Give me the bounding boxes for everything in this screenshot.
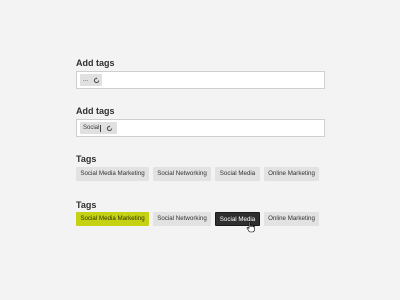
tag-social-networking[interactable]: Social Networking <box>153 212 211 226</box>
tags-heading: Tags <box>76 200 97 210</box>
tag-social-media-marketing[interactable]: Social Media Marketing <box>76 167 149 181</box>
tag-social-media-marketing-selected[interactable]: Social Media Marketing <box>76 212 149 226</box>
text-cursor <box>100 124 102 132</box>
tag-chip[interactable]: ... <box>80 74 102 86</box>
tag-social-media[interactable]: Social Media <box>215 167 260 181</box>
tag-chip-text: Social <box>83 125 100 131</box>
tags-heading: Tags <box>76 154 97 164</box>
refresh-icon[interactable] <box>105 124 113 132</box>
tag-chip-text: ... <box>83 77 89 83</box>
hand-pointer-icon <box>246 221 255 233</box>
add-tags-heading: Add tags <box>76 58 115 68</box>
add-tags-heading: Add tags <box>76 106 115 116</box>
tag-social-networking[interactable]: Social Networking <box>153 167 211 181</box>
tag-online-marketing[interactable]: Online Marketing <box>264 167 319 181</box>
add-tags-input[interactable]: Social <box>76 119 325 137</box>
add-tags-input[interactable]: ... <box>76 71 325 89</box>
tag-chip[interactable]: Social <box>80 122 117 134</box>
tag-online-marketing[interactable]: Online Marketing <box>264 212 319 226</box>
refresh-icon[interactable] <box>92 76 100 84</box>
tag-input-showcase: Add tags ... Add tags Social Tags Social… <box>0 0 400 300</box>
